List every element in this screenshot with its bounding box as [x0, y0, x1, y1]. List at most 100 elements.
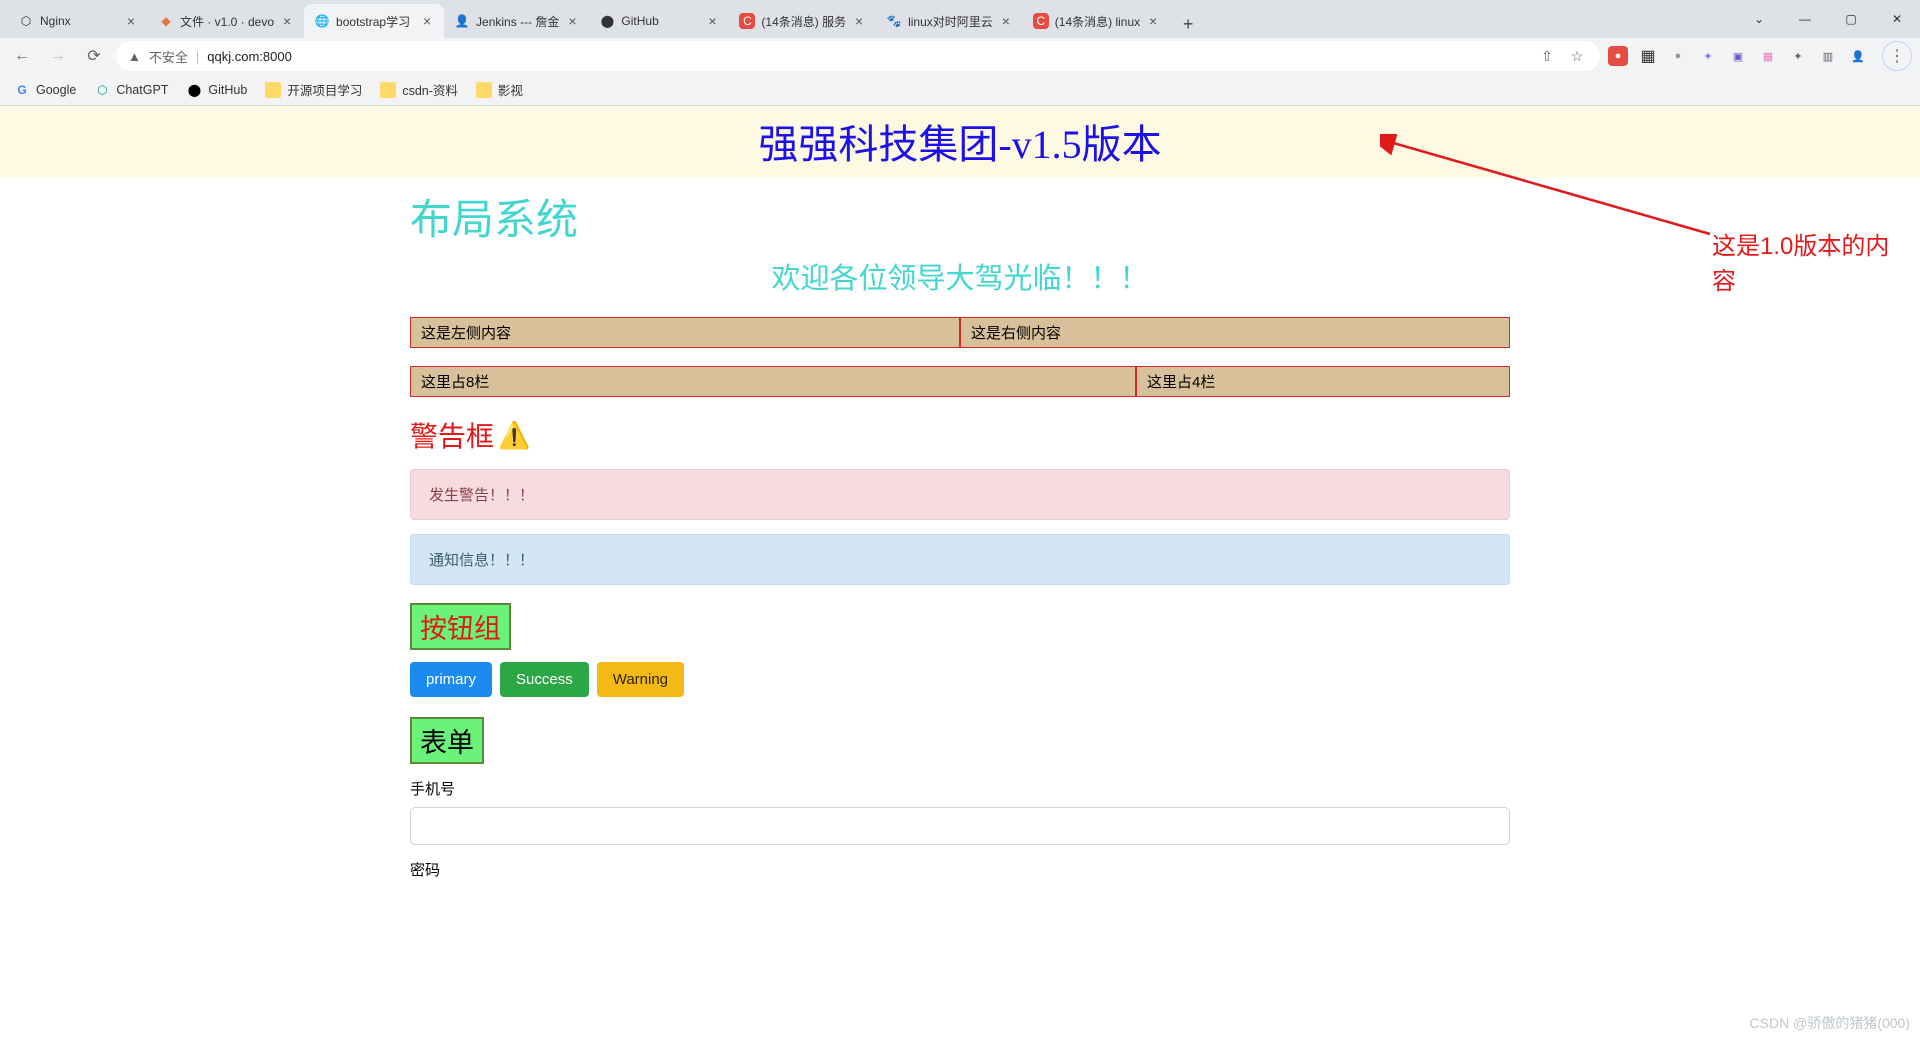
csdn-favicon-icon: C — [739, 13, 755, 29]
close-icon[interactable]: × — [852, 14, 866, 28]
tab-title: Jenkins --- 詹金 — [476, 13, 559, 30]
bookmark-chatgpt[interactable]: ⬡ ChatGPT — [94, 82, 168, 98]
annotation-text: 这是1.0版本的内容 — [1712, 226, 1902, 296]
globe-favicon-icon: 🌐 — [314, 13, 330, 29]
share-icon[interactable]: ⇧ — [1536, 45, 1558, 67]
tab-csdn-2[interactable]: C (14条消息) linux × — [1023, 4, 1170, 38]
ext-icon-6[interactable]: ▦ — [1758, 46, 1778, 66]
tab-jenkins[interactable]: 👤 Jenkins --- 詹金 × — [444, 4, 589, 38]
profile-avatar-icon[interactable]: 👤 — [1848, 46, 1868, 66]
bookmark-label: 开源项目学习 — [287, 80, 362, 99]
tab-title: GitHub — [621, 14, 699, 28]
paw-favicon-icon: 🐾 — [886, 13, 902, 29]
maximize-button[interactable]: ▢ — [1828, 4, 1874, 34]
container: 布局系统 欢迎各位领导大驾光临！！！ 这是左侧内容 这是右侧内容 这里占8栏 这… — [410, 186, 1510, 880]
watermark: CSDN @骄傲的猪猪(000) — [1750, 1013, 1910, 1033]
address-bar[interactable]: ▲ 不安全 | qqkj.com:8000 ⇧ ☆ — [116, 41, 1600, 71]
bookmark-label: 影视 — [498, 80, 523, 99]
bookmark-label: ChatGPT — [116, 83, 168, 97]
tab-gitlab[interactable]: ◆ 文件 · v1.0 · devo × — [148, 4, 304, 38]
folder-icon — [265, 82, 281, 98]
close-window-button[interactable]: ✕ — [1874, 4, 1920, 34]
button-group: primary Success Warning — [410, 662, 1510, 697]
tab-github[interactable]: ⬤ GitHub × — [589, 4, 729, 38]
warning-triangle-icon: ▲ — [128, 49, 141, 64]
banner: 强强科技集团-v1.5版本 — [0, 106, 1920, 178]
bookmark-label: csdn-资料 — [402, 80, 458, 99]
close-icon[interactable]: × — [705, 14, 719, 28]
bookmark-folder-csdn[interactable]: csdn-资料 — [380, 80, 458, 99]
ext-icon-5[interactable]: ▣ — [1728, 46, 1748, 66]
warning-triangle-icon: ⚠️ — [498, 420, 530, 451]
ext-icon-2[interactable]: ▦ — [1638, 46, 1658, 66]
folder-icon — [476, 82, 492, 98]
close-icon[interactable]: × — [1146, 14, 1160, 28]
google-icon: G — [14, 82, 30, 98]
jenkins-favicon-icon: 👤 — [454, 13, 470, 29]
sidepanel-icon[interactable]: ▥ — [1818, 46, 1838, 66]
ext-icon-1[interactable]: ● — [1608, 46, 1628, 66]
tab-title: (14条消息) linux — [1055, 13, 1140, 30]
close-icon[interactable]: × — [420, 14, 434, 28]
tab-strip: ⬡ Nginx × ◆ 文件 · v1.0 · devo × 🌐 bootstr… — [0, 0, 1920, 38]
alert-info: 通知信息！！！ — [410, 534, 1510, 585]
primary-button[interactable]: primary — [410, 662, 492, 697]
forward-button[interactable]: → — [44, 42, 72, 70]
button-group-title: 按钮组 — [410, 603, 511, 650]
reload-button[interactable]: ⟳ — [80, 42, 108, 70]
close-icon[interactable]: × — [565, 14, 579, 28]
alert-heading-text: 警告框 — [410, 415, 494, 455]
layout-title: 布局系统 — [410, 186, 1510, 247]
tab-title: Nginx — [40, 14, 118, 28]
bookmark-bar: G Google ⬡ ChatGPT ⬤ GitHub 开源项目学习 csdn-… — [0, 74, 1920, 106]
col-8: 这里占8栏 — [410, 366, 1136, 397]
grid-row-2: 这里占8栏 这里占4栏 — [410, 366, 1510, 397]
password-label: 密码 — [410, 859, 1510, 880]
ext-icon-3[interactable]: ● — [1668, 46, 1688, 66]
banner-title: 强强科技集团-v1.5版本 — [0, 106, 1920, 178]
bookmark-label: GitHub — [208, 83, 247, 97]
chrome-menu-button[interactable]: ⋮ — [1882, 41, 1912, 71]
divider: | — [196, 49, 199, 64]
chatgpt-icon: ⬡ — [94, 82, 110, 98]
bookmark-github[interactable]: ⬤ GitHub — [186, 82, 247, 98]
github-favicon-icon: ⬤ — [599, 13, 615, 29]
minimize-button[interactable]: — — [1782, 4, 1828, 34]
tab-linux[interactable]: 🐾 linux对时阿里云 × — [876, 4, 1023, 38]
extensions-puzzle-icon[interactable]: ✦ — [1788, 46, 1808, 66]
tab-csdn-1[interactable]: C (14条消息) 服务 × — [729, 4, 876, 38]
csdn-favicon-icon: C — [1033, 13, 1049, 29]
success-button[interactable]: Success — [500, 662, 589, 697]
chevron-down-icon[interactable]: ⌄ — [1736, 4, 1782, 34]
ext-icon-4[interactable]: ✦ — [1698, 46, 1718, 66]
page-content: 强强科技集团-v1.5版本 这是1.0版本的内容 布局系统 欢迎各位领导大驾光临… — [0, 106, 1920, 880]
github-icon: ⬤ — [186, 82, 202, 98]
close-icon[interactable]: × — [280, 14, 294, 28]
phone-input[interactable] — [410, 807, 1510, 845]
gitlab-favicon-icon: ◆ — [158, 13, 174, 29]
warning-button[interactable]: Warning — [597, 662, 684, 697]
window-controls: ⌄ — ▢ ✕ — [1736, 0, 1920, 38]
bookmark-folder-video[interactable]: 影视 — [476, 80, 523, 99]
close-icon[interactable]: × — [999, 14, 1013, 28]
tab-title: 文件 · v1.0 · devo — [180, 13, 274, 30]
form-title: 表单 — [410, 717, 484, 764]
browser-chrome: ⬡ Nginx × ◆ 文件 · v1.0 · devo × 🌐 bootstr… — [0, 0, 1920, 106]
new-tab-button[interactable]: + — [1174, 10, 1202, 38]
alert-heading: 警告框 ⚠️ — [410, 415, 1510, 455]
folder-icon — [380, 82, 396, 98]
close-icon[interactable]: × — [124, 14, 138, 28]
tab-nginx[interactable]: ⬡ Nginx × — [8, 4, 148, 38]
grid-row-1: 这是左侧内容 这是右侧内容 — [410, 317, 1510, 348]
back-button[interactable]: ← — [8, 42, 36, 70]
col-4: 这里占4栏 — [1136, 366, 1510, 397]
nginx-favicon-icon: ⬡ — [18, 13, 34, 29]
tab-title: bootstrap学习 — [336, 13, 414, 30]
star-icon[interactable]: ☆ — [1566, 45, 1588, 67]
bookmark-google[interactable]: G Google — [14, 82, 76, 98]
welcome-text: 欢迎各位领导大驾光临！！！ — [410, 255, 1510, 297]
bookmark-folder-opensource[interactable]: 开源项目学习 — [265, 80, 362, 99]
col-right: 这是右侧内容 — [960, 317, 1510, 348]
url-text: qqkj.com:8000 — [207, 49, 292, 64]
tab-bootstrap[interactable]: 🌐 bootstrap学习 × — [304, 4, 444, 38]
